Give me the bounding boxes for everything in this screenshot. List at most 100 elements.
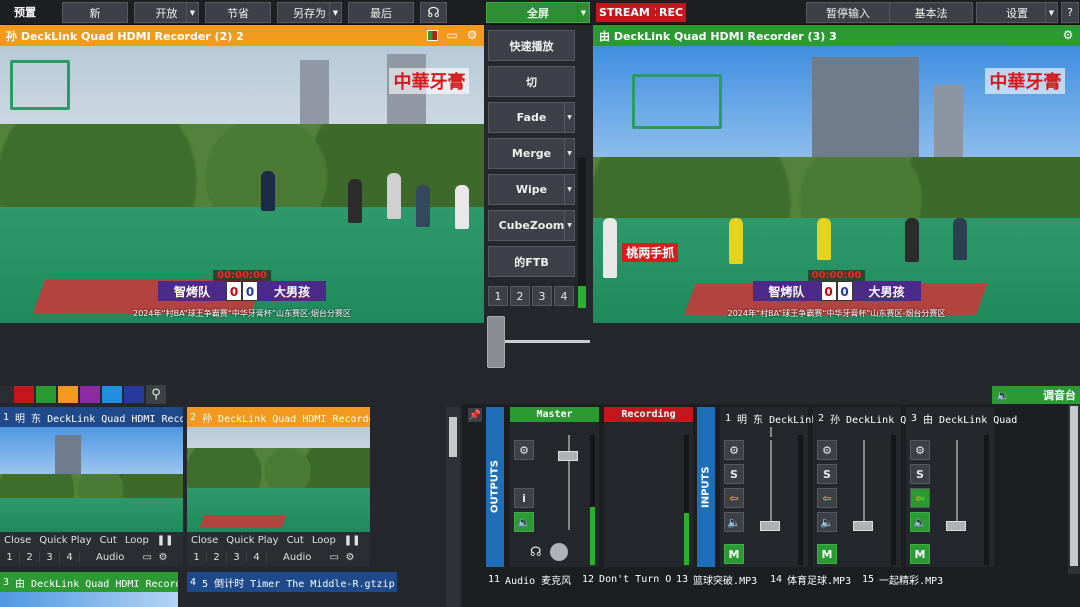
pause-icon[interactable]: ❚❚ [153, 535, 174, 546]
audio-input-12[interactable]: 12 Don't Turn O [582, 570, 671, 588]
audio-input-11[interactable]: 11 Audio 麦克风 [488, 570, 571, 588]
pin-icon[interactable]: 📌 [468, 408, 482, 422]
quick-play-button[interactable]: Quick Play [35, 535, 95, 546]
chevron-down-icon[interactable]: ▼ [564, 103, 574, 132]
chevron-down-icon[interactable]: ▼ [186, 3, 198, 22]
monitor-icon[interactable]: ▭ [325, 552, 341, 563]
rec-button[interactable]: REC [656, 3, 687, 22]
overlay-2-button[interactable]: 2 [20, 552, 40, 563]
loop-button[interactable]: Loop [121, 535, 153, 546]
color-swatch-purple[interactable] [80, 386, 100, 403]
scrollbar-thumb[interactable] [1070, 406, 1078, 566]
channel-fader[interactable] [946, 521, 966, 531]
audio-input-15[interactable]: 15 一起精彩.MP3 [862, 570, 943, 588]
settings-button[interactable]: 设置 ▼ [976, 2, 1058, 23]
channel-fader[interactable] [760, 521, 780, 531]
audio-button[interactable]: Audio [92, 552, 128, 563]
wipe-button[interactable]: Wipe ▼ [488, 174, 575, 205]
preview-window[interactable]: 孙 DeckLink Quad HDMI Recorder (2) 2 ▭ ⚙ … [0, 25, 484, 323]
mute-button[interactable]: M [910, 544, 930, 564]
gear-icon[interactable]: ⚙ [154, 552, 170, 563]
mixer-scrollbar[interactable] [1068, 404, 1080, 574]
transition-3-button[interactable]: 3 [532, 286, 552, 306]
mute-button[interactable]: M [817, 544, 837, 564]
fade-button[interactable]: Fade ▼ [488, 102, 575, 133]
speaker-icon[interactable]: 🔈 [514, 512, 534, 532]
input-tile-2[interactable]: 2 孙 DeckLink Quad HDMI Recorder (2) 2 Cl… [187, 407, 370, 566]
input-thumbnail[interactable] [187, 427, 370, 532]
chevron-down-icon[interactable]: ▼ [1045, 3, 1057, 22]
inputs-scrollbar[interactable] [446, 407, 460, 607]
chevron-down-icon[interactable]: ▼ [564, 211, 574, 240]
audio-button[interactable]: Audio [279, 552, 315, 563]
gear-icon[interactable]: ⚙ [514, 440, 534, 460]
pause-icon[interactable]: ❚❚ [340, 535, 361, 546]
headphones-icon[interactable]: ☊ [530, 545, 542, 560]
transition-2-button[interactable]: 2 [510, 286, 530, 306]
overlay-1-button[interactable]: 1 [187, 552, 207, 563]
monitor-icon[interactable]: ▭ [138, 552, 154, 563]
overlay-3-button[interactable]: 3 [40, 552, 60, 563]
bus-arrow-icon[interactable]: ⇦ [817, 488, 837, 508]
overlay-3-button[interactable]: 3 [227, 552, 247, 563]
color-swatch-green[interactable] [36, 386, 56, 403]
volume-knob[interactable] [550, 543, 568, 561]
speaker-icon[interactable]: 🔈 [910, 512, 930, 532]
transition-1-button[interactable]: 1 [488, 286, 508, 306]
color-swatch-lightblue[interactable] [102, 386, 122, 403]
chevron-down-icon[interactable]: ▼ [577, 3, 589, 22]
overlay-4-button[interactable]: 4 [60, 552, 80, 563]
mute-button[interactable]: M [724, 544, 744, 564]
solo-button[interactable]: S [724, 464, 744, 484]
color-swatch-orange[interactable] [58, 386, 78, 403]
gear-icon[interactable]: ⚙ [341, 552, 357, 563]
color-square-icon[interactable] [424, 27, 440, 43]
last-button[interactable]: 最后 [348, 2, 414, 23]
stream-button[interactable]: STREAM 1 [596, 3, 665, 22]
solo-button[interactable]: S [817, 464, 837, 484]
save-button[interactable]: 节省 [205, 2, 271, 23]
audio-input-13[interactable]: 13 篮球突破.MP3 [676, 570, 757, 588]
window-icon[interactable]: ▭ [444, 27, 460, 43]
cut-button[interactable]: 切 [488, 66, 575, 97]
output-window[interactable]: 由 DeckLink Quad HDMI Recorder (3) 3 ⚙ 中華… [593, 25, 1080, 323]
bus-arrow-icon[interactable]: ⇦ [910, 488, 930, 508]
quick-play-button[interactable]: Quick Play [222, 535, 282, 546]
gear-icon[interactable]: ⚙ [910, 440, 930, 460]
help-button[interactable]: ? [1061, 2, 1079, 23]
chevron-down-icon[interactable]: ▼ [329, 3, 341, 22]
overlay-1-button[interactable]: 1 [0, 552, 20, 563]
close-button[interactable]: Close [187, 535, 222, 546]
save-as-button[interactable]: 另存为 ▼ [277, 2, 342, 23]
input-thumbnail[interactable] [0, 427, 183, 532]
cut-button[interactable]: Cut [283, 535, 308, 546]
chevron-down-icon[interactable]: ▼ [564, 175, 574, 204]
pause-input-button[interactable]: 暂停输入 [806, 2, 890, 23]
input-tile-4[interactable]: 4 5 倒计时 Timer The Middle-R.gtzip [187, 572, 397, 592]
cubezoom-button[interactable]: CubeZoom ▼ [488, 210, 575, 241]
merge-button[interactable]: Merge ▼ [488, 138, 575, 169]
scrollbar-thumb[interactable] [449, 417, 457, 457]
input-tile-1[interactable]: 1 明 东 DeckLink Quad HDMI Recorder (1) 1 … [0, 407, 183, 566]
cut-button[interactable]: Cut [96, 535, 121, 546]
overlay-4-button[interactable]: 4 [247, 552, 267, 563]
loop-button[interactable]: Loop [308, 535, 340, 546]
overlay-2-button[interactable]: 2 [207, 552, 227, 563]
speaker-icon[interactable]: 🔈 [817, 512, 837, 532]
channel-fader[interactable] [853, 521, 873, 531]
audio-input-14[interactable]: 14 体育足球.MP3 [770, 570, 851, 588]
solo-button[interactable]: S [910, 464, 930, 484]
search-icon[interactable]: ⚲ [146, 385, 166, 404]
fullscreen-button[interactable]: 全屏 ▼ [486, 2, 590, 23]
input-tile-3[interactable]: 3 由 DeckLink Quad HDMI Recorder (3) 3 [0, 572, 178, 607]
gear-icon[interactable]: ⚙ [724, 440, 744, 460]
t-bar-handle[interactable] [487, 316, 505, 368]
master-fader[interactable] [558, 451, 578, 461]
open-button[interactable]: 开放 ▼ [134, 2, 199, 23]
transition-4-button[interactable]: 4 [554, 286, 574, 306]
ftb-button[interactable]: 的FTB [488, 246, 575, 277]
info-button[interactable]: i [514, 488, 534, 508]
headphones-button[interactable]: ☊ [420, 2, 447, 23]
chevron-down-icon[interactable]: ▼ [564, 139, 574, 168]
speaker-icon[interactable]: 🔈 [724, 512, 744, 532]
